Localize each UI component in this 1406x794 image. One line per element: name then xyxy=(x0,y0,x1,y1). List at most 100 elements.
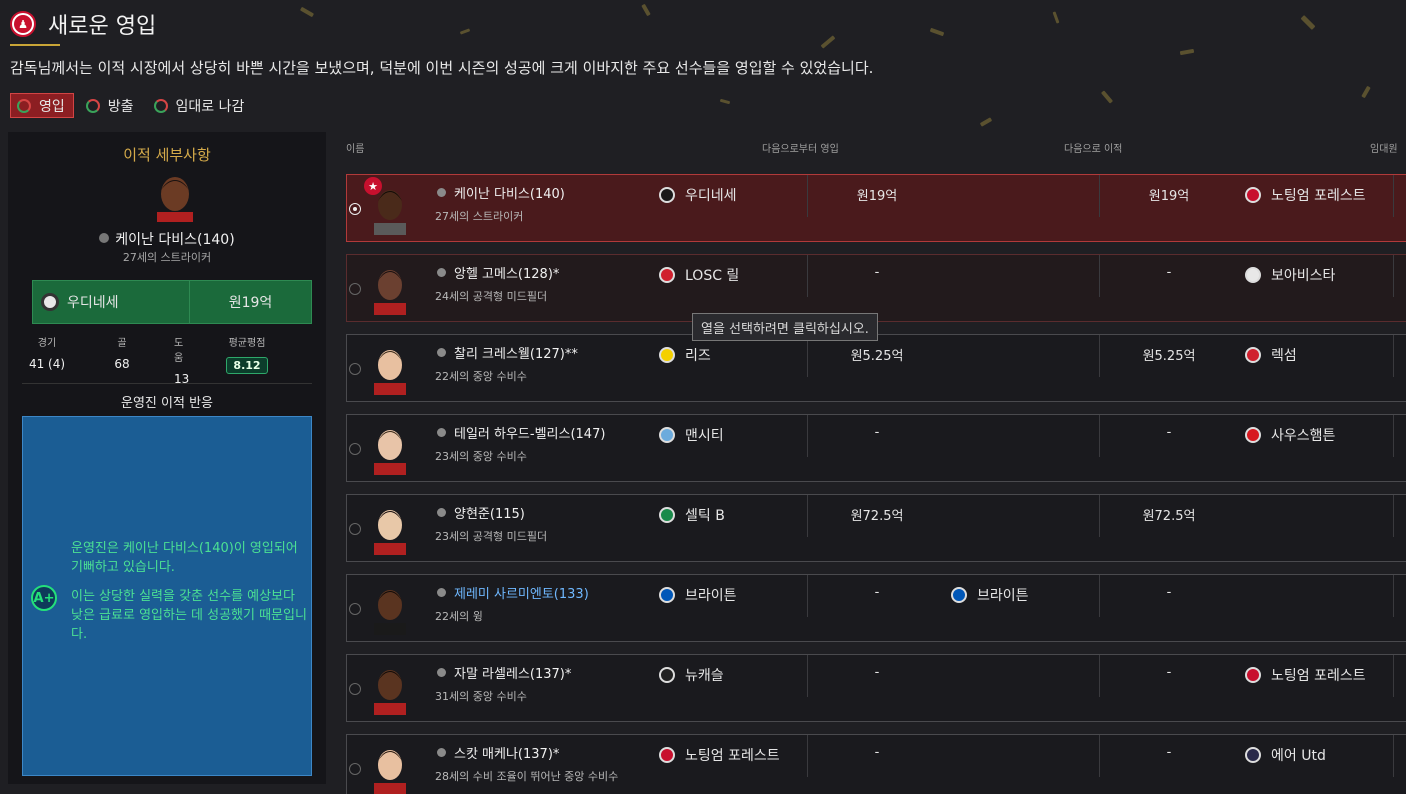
next-club[interactable]: 사우스햄튼 xyxy=(1245,425,1335,445)
player-name[interactable]: 케이난 다비스(140) xyxy=(437,183,565,202)
club-crest-icon xyxy=(659,427,675,443)
club-crest-icon xyxy=(659,267,675,283)
grade-badge: A+ xyxy=(31,585,57,611)
player-portrait xyxy=(157,177,193,222)
stat-assists: 도움 13 xyxy=(174,338,190,386)
from-club[interactable]: 셀틱 B xyxy=(659,505,725,525)
star-icon: ★ xyxy=(364,177,382,195)
club-crest-icon xyxy=(41,293,59,311)
column-divider xyxy=(807,735,808,777)
page-subtitle: 감독님께서는 이적 시장에서 상당히 바쁜 시간을 보냈으며, 덕분에 이번 시… xyxy=(10,59,874,77)
player-name[interactable]: 케이난 다비스(140) xyxy=(8,229,326,249)
from-club[interactable]: 노팅엄 포레스트 xyxy=(659,745,780,765)
onward-fee: - xyxy=(1166,665,1172,680)
next-club[interactable]: 에어 Utd xyxy=(1245,745,1326,765)
player-description: 27세의 스트라이커 xyxy=(435,210,524,223)
row-radio[interactable] xyxy=(349,283,361,295)
next-club[interactable]: 렉섬 xyxy=(1245,345,1297,365)
row-radio[interactable] xyxy=(349,203,361,215)
column-divider xyxy=(807,495,808,537)
table-row[interactable]: 앙헬 고메스(128)* 24세의 공격형 미드필더 LOSC 릴 - - 보아비스타 xyxy=(346,254,1406,322)
club-crest-icon xyxy=(659,507,675,523)
column-divider xyxy=(807,335,808,377)
column-divider xyxy=(1393,175,1394,217)
transfer-details-panel: 이적 세부사항 케이난 다비스(140) 27세의 스트라이커 우디네세 원19… xyxy=(8,132,326,784)
next-club[interactable]: 노팅엄 포레스트 xyxy=(1245,185,1366,205)
column-divider xyxy=(1099,575,1100,617)
reaction-text: 운영진은 케이난 다비스(140)이 영입되어 기뻐하고 있습니다. 이는 상당… xyxy=(71,541,307,642)
player-stats: 경기 41 (4) 골 68 도움 13 평균평점 8.12 xyxy=(24,334,312,386)
from-club[interactable]: 브라이튼 xyxy=(659,585,737,605)
table-row[interactable]: 자말 라셀레스(137)* 31세의 중앙 수비수 뉴캐슬 - - 노팅엄 포레스트 xyxy=(346,654,1406,722)
player-portrait xyxy=(374,510,406,555)
player-description: 24세의 공격형 미드필더 xyxy=(435,290,548,303)
transfer-icon xyxy=(17,98,31,113)
table-row[interactable]: 스캇 매케나(137)* 28세의 수비 조율이 뛰어난 중앙 수비수 노팅엄 포레… xyxy=(346,734,1406,794)
from-club[interactable]: 우디네세 xyxy=(659,185,737,205)
player-name[interactable]: 자말 라셀레스(137)* xyxy=(437,663,571,682)
column-divider xyxy=(1393,655,1394,697)
from-club[interactable]: 뉴캐슬 xyxy=(659,665,724,685)
column-header-to[interactable]: 다음으로 이적 xyxy=(1064,140,1122,155)
column-divider xyxy=(1393,495,1394,537)
column-header-loan[interactable]: 임대원 xyxy=(1370,140,1398,155)
column-divider xyxy=(807,575,808,617)
club-crest-icon xyxy=(1245,187,1261,203)
from-club[interactable]: LOSC 릴 xyxy=(659,265,739,285)
row-radio[interactable] xyxy=(349,603,361,615)
player-name[interactable]: 앙헬 고메스(128)* xyxy=(437,263,559,282)
onward-fee: - xyxy=(1166,265,1172,280)
column-divider xyxy=(1099,495,1100,537)
row-radio[interactable] xyxy=(349,363,361,375)
row-radio[interactable] xyxy=(349,683,361,695)
table-row[interactable]: ★ 케이난 다비스(140) 27세의 스트라이커 우디네세 원19억 원19억 노팅엄 포… xyxy=(346,174,1406,242)
person-icon xyxy=(99,233,110,243)
player-name[interactable]: 제레미 사르미엔토(133) xyxy=(437,583,589,602)
rating-badge: 8.12 xyxy=(226,357,268,374)
table-row[interactable]: 테일러 하우드-벨리스(147) 23세의 중앙 수비수 맨시티 - - 사우스햄튼 xyxy=(346,414,1406,482)
transfer-icon xyxy=(85,98,100,113)
from-club[interactable]: 리즈 xyxy=(659,345,711,365)
transfer-fee: - xyxy=(874,425,880,440)
player-portrait xyxy=(374,670,406,715)
table-row[interactable]: 양현준(115) 23세의 공격형 미드필더 셀틱 B 원72.5억 원72.5억 xyxy=(346,494,1406,562)
column-divider xyxy=(1099,655,1100,697)
player-portrait xyxy=(374,270,406,315)
to-club[interactable]: 브라이튼 xyxy=(951,585,1029,605)
tab-incoming[interactable]: 영입 xyxy=(10,93,74,118)
tab-outgoing[interactable]: 방출 xyxy=(80,93,142,118)
club-crest-icon xyxy=(1245,747,1261,763)
onward-fee: 원72.5억 xyxy=(1142,509,1196,524)
column-header-from[interactable]: 다음으로부터 영입 xyxy=(762,140,839,155)
transfer-fee: 원19억 xyxy=(856,189,898,204)
transfer-fee: - xyxy=(874,745,880,760)
next-club[interactable]: 보아비스타 xyxy=(1245,265,1335,285)
person-icon xyxy=(437,428,446,437)
page-title: 새로운 영입 xyxy=(48,14,157,39)
transfer-icon xyxy=(153,98,168,113)
player-name[interactable]: 스캇 매케나(137)* xyxy=(437,743,559,762)
tab-loaned-out[interactable]: 임대로 나감 xyxy=(148,93,253,118)
player-description: 31세의 중앙 수비수 xyxy=(435,690,527,703)
club-badge-icon: ♟ xyxy=(10,11,36,37)
table-row[interactable]: 찰리 크레스웰(127)** 22세의 중앙 수비수 리즈 원5.25억 원5.25억 렉… xyxy=(346,334,1406,402)
row-radio[interactable] xyxy=(349,523,361,535)
player-description: 23세의 중앙 수비수 xyxy=(435,450,527,463)
table-row[interactable]: 제레미 사르미엔토(133) 22세의 윙 브라이튼 - 브라이튼 - xyxy=(346,574,1406,642)
from-club[interactable]: 맨시티 xyxy=(659,425,724,445)
row-radio[interactable] xyxy=(349,763,361,775)
person-icon xyxy=(437,748,446,757)
transfer-fee: - xyxy=(874,665,880,680)
onward-fee: - xyxy=(1166,425,1172,440)
from-club[interactable]: 우디네세 xyxy=(33,281,190,323)
next-club[interactable]: 노팅엄 포레스트 xyxy=(1245,665,1366,685)
column-header-name[interactable]: 이름 xyxy=(346,140,364,155)
transfer-fee: 원5.25억 xyxy=(850,349,904,364)
details-title: 이적 세부사항 xyxy=(123,146,211,164)
player-name[interactable]: 테일러 하우드-벨리스(147) xyxy=(437,423,605,442)
row-radio[interactable] xyxy=(349,443,361,455)
player-name[interactable]: 양현준(115) xyxy=(437,503,525,522)
onward-fee: - xyxy=(1166,585,1172,600)
reaction-title: 운영진 이적 반응 xyxy=(121,396,213,411)
player-name[interactable]: 찰리 크레스웰(127)** xyxy=(437,343,578,362)
